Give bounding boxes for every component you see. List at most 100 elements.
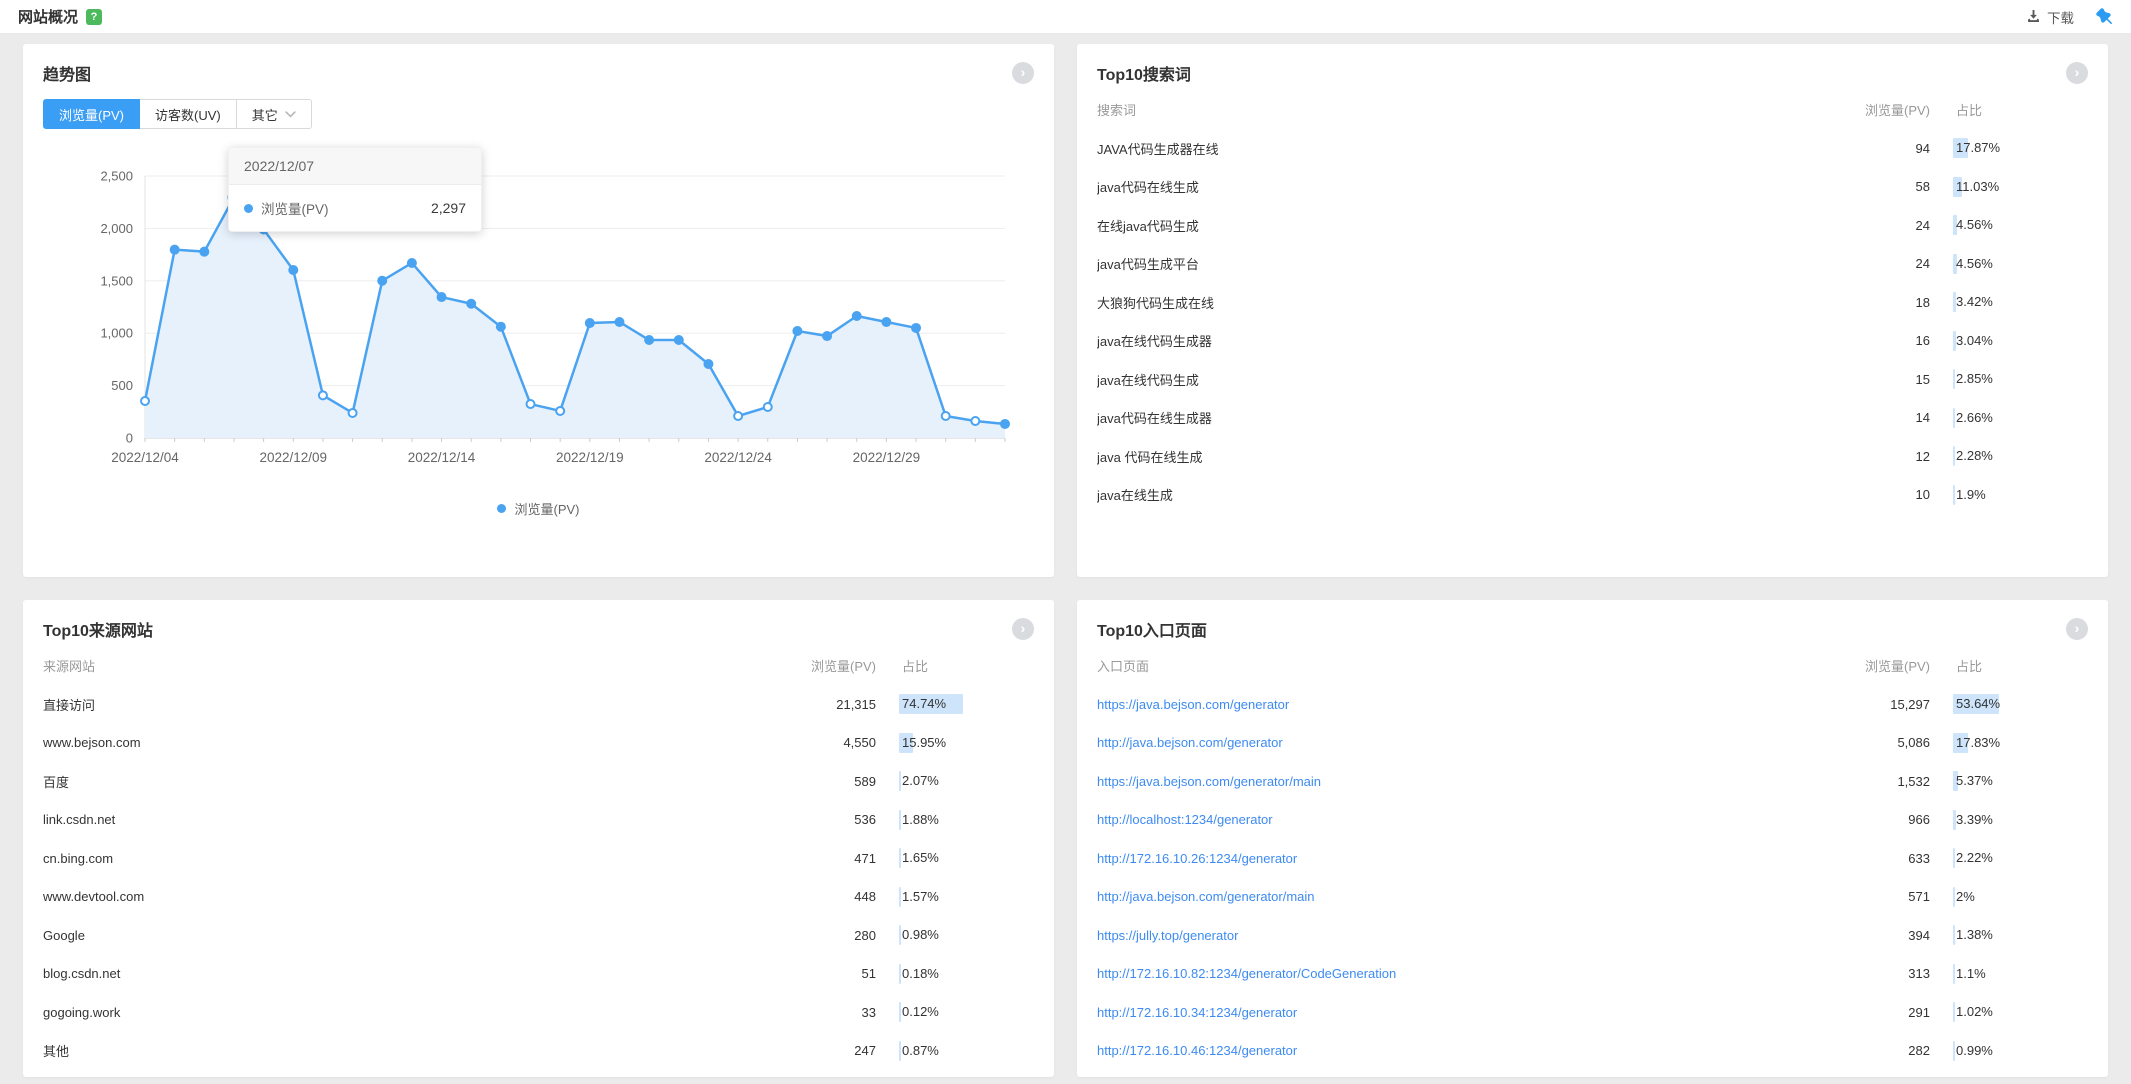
row-pct-value: 0.99% — [1956, 1041, 2088, 1061]
row-pv-value: 58 — [1820, 179, 1930, 194]
entry-page-link[interactable]: https://java.bejson.com/generator — [1097, 697, 1820, 712]
row-pct-value: 2.07% — [902, 771, 1034, 791]
table-header: 入口页面 浏览量(PV) 占比 — [1097, 645, 2088, 685]
trend-panel-title: 趋势图 — [43, 61, 91, 85]
row-pv-value: 15,297 — [1820, 697, 1930, 712]
entry-panel-title: Top10入口页面 — [1097, 617, 1207, 641]
row-name: cn.bing.com — [43, 851, 766, 866]
table-row: 百度5892.07% — [43, 762, 1034, 801]
tab-other[interactable]: 其它 — [236, 99, 312, 129]
page-title: 网站概况 — [18, 6, 78, 27]
tooltip-series-value: 2,297 — [431, 200, 466, 216]
svg-text:2022/12/14: 2022/12/14 — [408, 450, 476, 465]
entry-page-link[interactable]: https://java.bejson.com/generator/main — [1097, 774, 1820, 789]
row-pv-value: 14 — [1820, 410, 1930, 425]
row-pv-value: 10 — [1820, 487, 1930, 502]
pct-bar — [899, 887, 901, 907]
entry-pages-panel: Top10入口页面 › 入口页面 浏览量(PV) 占比 https://java… — [1077, 600, 2108, 1077]
table-row: https://java.bejson.com/generator/main1,… — [1097, 762, 2088, 801]
search-panel-arrow-button[interactable]: › — [2066, 62, 2088, 84]
row-pv-value: 282 — [1820, 1043, 1930, 1058]
table-row: http://172.16.10.26:1234/generator6332.2… — [1097, 839, 2088, 878]
entry-page-link[interactable]: http://172.16.10.82:1234/generator/CodeG… — [1097, 966, 1820, 981]
svg-text:1,000: 1,000 — [100, 326, 133, 341]
entry-page-link[interactable]: http://172.16.10.34:1234/generator — [1097, 1005, 1820, 1020]
referrer-panel: Top10来源网站 › 来源网站 浏览量(PV) 占比 直接访问21,31574… — [23, 600, 1054, 1077]
row-name: 百度 — [43, 772, 766, 791]
entry-page-link[interactable]: http://java.bejson.com/generator/main — [1097, 889, 1820, 904]
row-pv-value: 33 — [766, 1005, 876, 1020]
row-pv-value: 21,315 — [766, 697, 876, 712]
table-row: http://java.bejson.com/generator/main571… — [1097, 878, 2088, 917]
table-row: 大狼狗代码生成在线18 3.42% — [1097, 283, 2088, 322]
row-name: 大狼狗代码生成在线 — [1097, 293, 1820, 312]
row-name: java代码在线生成 — [1097, 177, 1820, 196]
table-header: 来源网站 浏览量(PV) 占比 — [43, 645, 1034, 685]
metric-tab-group: 浏览量(PV) 访客数(UV) 其它 — [43, 99, 312, 129]
tooltip-series-label: 浏览量(PV) — [261, 198, 329, 218]
table-row: java代码生成平台244.56% — [1097, 245, 2088, 284]
entry-page-link[interactable]: https://jully.top/generator — [1097, 928, 1820, 943]
entry-page-link[interactable]: http://java.bejson.com/generator — [1097, 735, 1820, 750]
tab-pv[interactable]: 浏览量(PV) — [43, 99, 140, 129]
table-row: Google2800.98% — [43, 916, 1034, 955]
table-row: www.devtool.com4481.57% — [43, 878, 1034, 917]
row-pct-value: 11.03% — [1956, 177, 2088, 197]
pct-bar — [899, 810, 901, 830]
pct-bar — [1953, 446, 1955, 466]
row-pv-value: 94 — [1820, 141, 1930, 156]
table-row: java在线生成101.9% — [1097, 476, 2088, 515]
search-panel-title: Top10搜索词 — [1097, 61, 1191, 85]
column-header-name: 来源网站 — [43, 656, 766, 675]
row-name: 其他 — [43, 1041, 766, 1060]
row-pv-value: 15 — [1820, 372, 1930, 387]
legend-label: 浏览量(PV) — [514, 499, 579, 518]
row-pv-value: 24 — [1820, 256, 1930, 271]
table-row: JAVA代码生成器在线9417.87% — [1097, 129, 2088, 168]
column-header-pv: 浏览量(PV) — [1820, 656, 1930, 675]
pin-button[interactable] — [2096, 8, 2113, 25]
row-pct-value: 1.88% — [902, 810, 1034, 830]
pct-bar — [1953, 964, 1955, 984]
download-button[interactable]: 下载 — [2026, 7, 2074, 27]
help-icon[interactable]: ? — [86, 9, 102, 25]
svg-text:1,500: 1,500 — [100, 273, 133, 288]
row-pct-value: 2.28% — [1956, 446, 2088, 466]
row-pv-value: 291 — [1820, 1005, 1930, 1020]
topbar: 网站概况 ? 下载 — [0, 0, 2131, 34]
row-pct-value: 4.56% — [1956, 215, 2088, 235]
row-pct-value: 1.1% — [1956, 964, 2088, 984]
pct-bar — [899, 925, 901, 945]
pct-bar — [899, 964, 901, 984]
entry-panel-arrow-button[interactable]: › — [2066, 618, 2088, 640]
trend-panel-arrow-button[interactable]: › — [1012, 62, 1034, 84]
entry-page-link[interactable]: http://localhost:1234/generator — [1097, 812, 1820, 827]
column-header-name: 入口页面 — [1097, 656, 1820, 675]
row-name: java在线代码生成 — [1097, 370, 1820, 389]
row-name: java在线代码生成器 — [1097, 331, 1820, 350]
row-pv-value: 18 — [1820, 295, 1930, 310]
table-row: www.bejson.com4,55015.95% — [43, 724, 1034, 763]
svg-text:500: 500 — [111, 378, 133, 393]
referrer-panel-arrow-button[interactable]: › — [1012, 618, 1034, 640]
row-name: blog.csdn.net — [43, 966, 766, 981]
row-pct-value: 1.9% — [1956, 485, 2088, 505]
referrer-panel-title: Top10来源网站 — [43, 617, 153, 641]
tab-uv[interactable]: 访客数(UV) — [139, 99, 237, 129]
row-pct-value: 1.57% — [902, 887, 1034, 907]
row-pv-value: 394 — [1820, 928, 1930, 943]
pct-bar — [1953, 848, 1955, 868]
table-row: gogoing.work330.12% — [43, 993, 1034, 1032]
svg-text:2022/12/24: 2022/12/24 — [704, 450, 772, 465]
dashboard-page: 网站概况 ? 下载 趋势图 › 浏览量(PV — [0, 0, 2131, 1084]
row-name: Google — [43, 928, 766, 943]
row-pct-value: 0.18% — [902, 964, 1034, 984]
pct-bar — [899, 848, 901, 868]
row-pct-value: 0.87% — [902, 1041, 1034, 1061]
chart-tooltip: 2022/12/07 浏览量(PV) 2,297 — [228, 147, 482, 232]
entry-page-link[interactable]: http://172.16.10.46:1234/generator — [1097, 1043, 1820, 1058]
entry-page-link[interactable]: http://172.16.10.26:1234/generator — [1097, 851, 1820, 866]
row-pv-value: 280 — [766, 928, 876, 943]
row-pct-value: 3.42% — [1956, 292, 2088, 312]
chart-legend-item[interactable]: 浏览量(PV) — [23, 499, 1054, 518]
